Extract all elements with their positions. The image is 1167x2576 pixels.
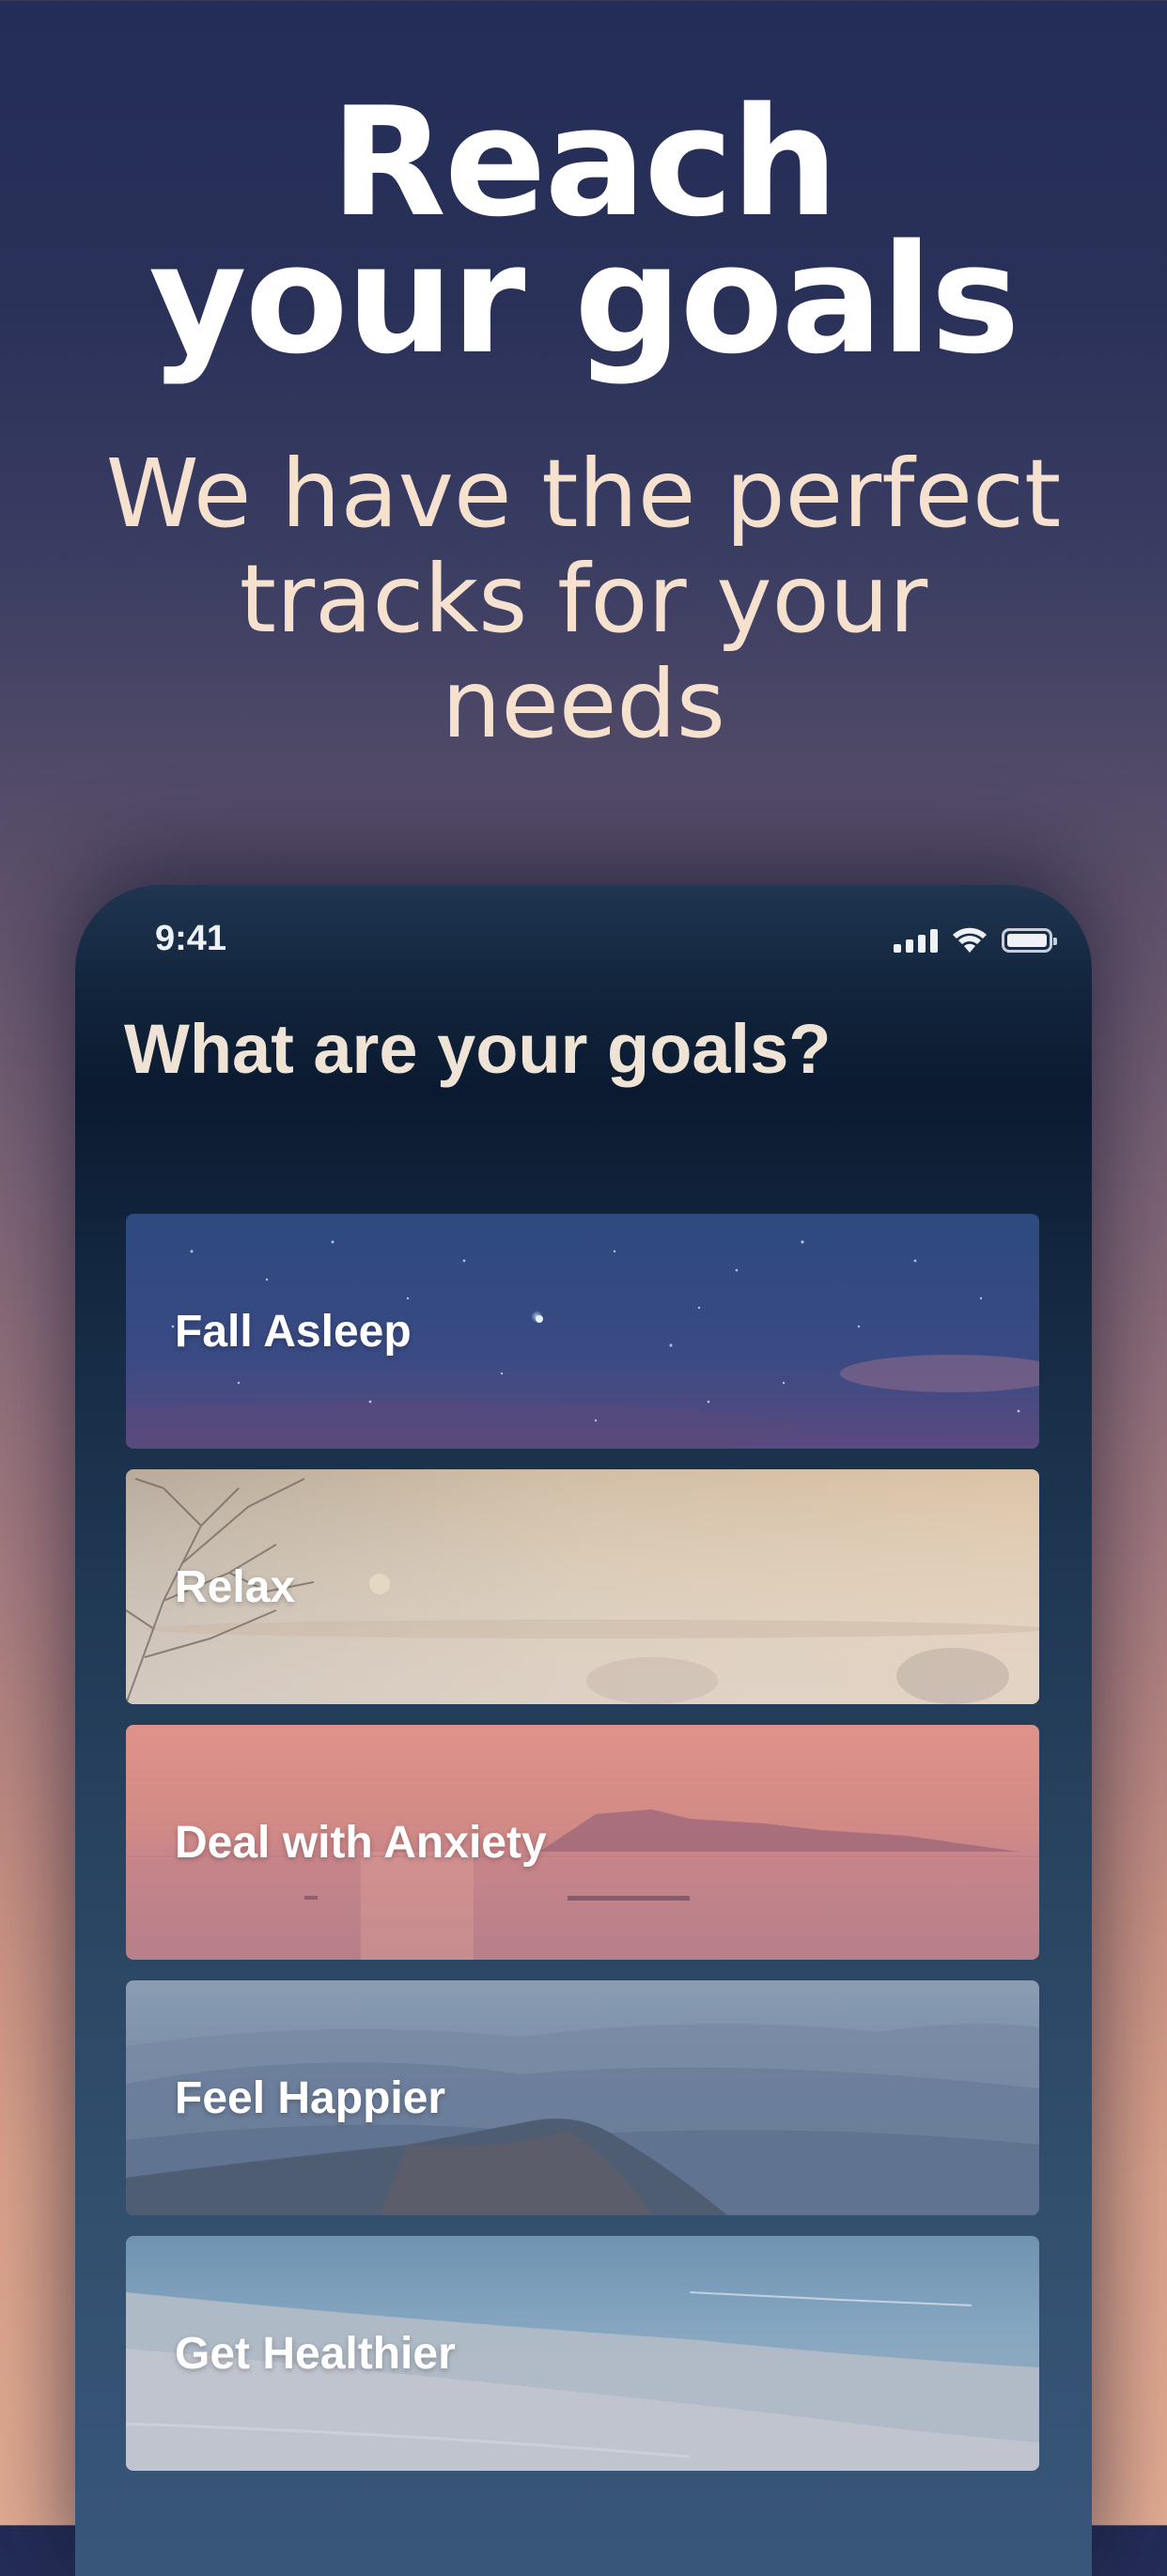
status-icons (894, 926, 1057, 954)
goal-card-get-healthier[interactable]: Get Healthier (126, 2236, 1039, 2471)
cellular-signal-icon (894, 928, 938, 953)
goal-list: Fall Asleep Relax Deal with Anxiety Feel… (126, 1214, 1039, 2491)
battery-icon (1002, 928, 1057, 953)
phone-mockup: 9:41 What are your goals? Fall Asleep Re… (75, 885, 1092, 2576)
goal-label: Get Healthier (175, 2328, 456, 2379)
headline-line-2: your goals (148, 211, 1019, 387)
wifi-icon (953, 927, 987, 953)
goal-card-relax[interactable]: Relax (126, 1469, 1039, 1704)
goal-label: Relax (175, 1561, 296, 1612)
subheadline-line-3: needs (441, 649, 725, 759)
goal-card-fall-asleep[interactable]: Fall Asleep (126, 1214, 1039, 1449)
subheadline: We have the perfect tracks for your need… (0, 442, 1167, 757)
headline: Reach your goals (0, 87, 1167, 387)
subheadline-line-2: tracks for your (239, 544, 928, 654)
status-bar: 9:41 (75, 885, 1092, 998)
goals-question-title: What are your goals? (124, 1010, 832, 1088)
subheadline-line-1: We have the perfect (105, 439, 1062, 549)
goal-label: Fall Asleep (175, 1306, 412, 1357)
status-time: 9:41 (155, 919, 227, 958)
battery-level (1007, 934, 1047, 947)
goal-label: Deal with Anxiety (175, 1817, 547, 1868)
goal-card-deal-with-anxiety[interactable]: Deal with Anxiety (126, 1725, 1039, 1960)
goal-card-feel-happier[interactable]: Feel Happier (126, 1980, 1039, 2215)
goal-label: Feel Happier (175, 2072, 446, 2123)
